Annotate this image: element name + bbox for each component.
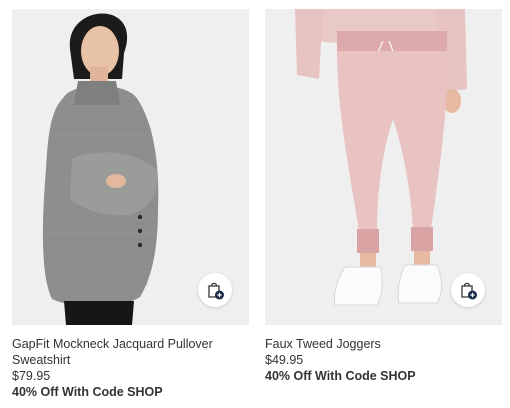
product-image[interactable] xyxy=(265,9,502,325)
product-price: $79.95 xyxy=(12,369,51,383)
product-promo: 40% Off With Code SHOP xyxy=(265,369,416,383)
product-grid: GapFit Mockneck Jacquard Pullover Sweats… xyxy=(0,0,510,408)
product-image[interactable] xyxy=(12,9,249,325)
product-info: GapFit Mockneck Jacquard Pullover Sweats… xyxy=(12,336,249,400)
quick-add-button[interactable] xyxy=(451,273,485,307)
product-price: $49.95 xyxy=(265,353,304,367)
product-card[interactable]: GapFit Mockneck Jacquard Pullover Sweats… xyxy=(12,9,249,400)
product-title[interactable]: GapFit Mockneck Jacquard Pullover Sweats… xyxy=(12,336,249,368)
product-promo: 40% Off With Code SHOP xyxy=(12,385,163,399)
product-title[interactable]: Faux Tweed Joggers xyxy=(265,336,502,352)
quick-add-button[interactable] xyxy=(198,273,232,307)
product-info: Faux Tweed Joggers $49.95 40% Off With C… xyxy=(265,336,502,384)
product-card[interactable]: Faux Tweed Joggers $49.95 40% Off With C… xyxy=(265,9,502,384)
shopping-bag-plus-icon xyxy=(208,282,224,300)
shopping-bag-plus-icon xyxy=(461,282,477,300)
